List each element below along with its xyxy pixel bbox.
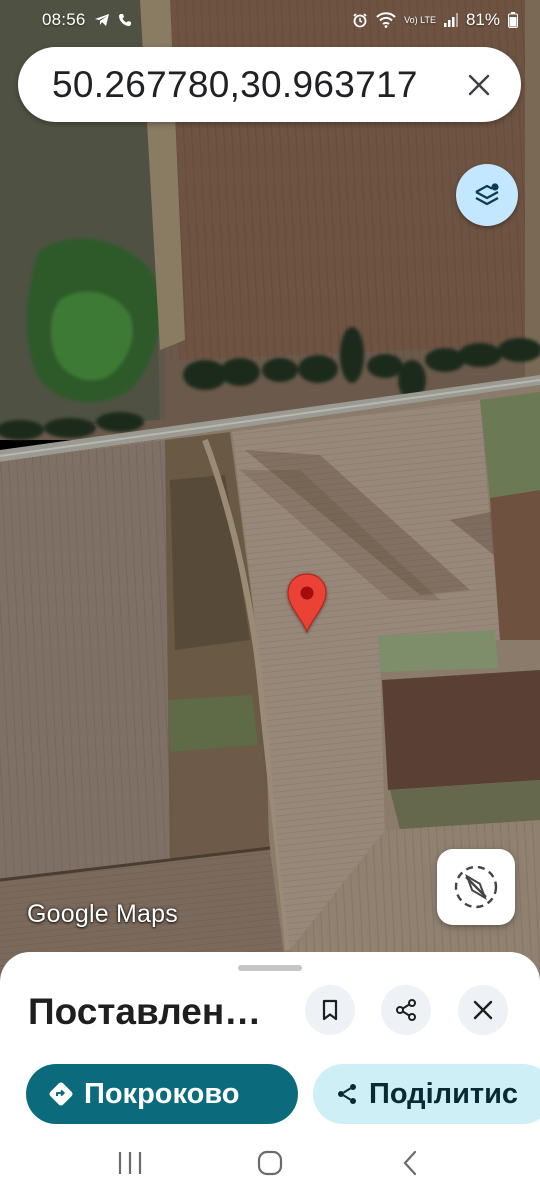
- telegram-icon: [94, 13, 110, 27]
- share-chip[interactable]: Поділитис: [313, 1064, 540, 1124]
- share-label: Поділитис: [369, 1077, 519, 1110]
- call-icon: [118, 13, 132, 27]
- close-icon: [473, 1000, 493, 1020]
- save-button[interactable]: [305, 985, 355, 1035]
- directions-icon: [48, 1081, 74, 1107]
- clear-search-button[interactable]: [459, 65, 499, 105]
- wifi-icon: [376, 12, 396, 28]
- google-maps-watermark: Google Maps: [27, 900, 178, 928]
- bookmark-icon: [322, 999, 338, 1021]
- compass-icon: [454, 865, 498, 909]
- directions-label: Покроково: [84, 1077, 240, 1110]
- location-pin[interactable]: [286, 573, 328, 635]
- recents-icon: [118, 1152, 142, 1174]
- pin-icon: [287, 573, 327, 635]
- directions-button[interactable]: Покроково: [26, 1064, 298, 1124]
- battery-percent: 81%: [465, 10, 500, 29]
- home-button[interactable]: [230, 1133, 310, 1193]
- home-icon: [257, 1150, 283, 1176]
- share-icon: [396, 999, 416, 1021]
- alarm-icon: [352, 12, 368, 28]
- signal-icon: [443, 13, 458, 27]
- layers-icon: [475, 183, 499, 206]
- share-icon: [335, 1082, 359, 1106]
- status-time: 08:56: [42, 10, 86, 29]
- recents-button[interactable]: [90, 1133, 170, 1193]
- sheet-drag-handle[interactable]: [238, 965, 302, 971]
- compass-button[interactable]: [437, 849, 515, 925]
- place-title: Поставлен…: [28, 991, 262, 1032]
- layers-button[interactable]: [456, 164, 518, 226]
- search-bar[interactable]: 50.267780,30.963717: [18, 47, 521, 122]
- status-bar: 08:56 Vo) LTE 81%: [0, 0, 540, 40]
- back-button[interactable]: [370, 1133, 450, 1193]
- search-query[interactable]: 50.267780,30.963717: [52, 64, 459, 106]
- back-icon: [403, 1150, 417, 1176]
- close-sheet-button[interactable]: [458, 985, 508, 1035]
- system-nav-bar: [0, 1126, 540, 1200]
- battery-icon: [508, 12, 518, 28]
- close-icon: [468, 74, 490, 95]
- share-button[interactable]: [381, 985, 431, 1035]
- volte-icon: Vo) LTE: [404, 14, 436, 25]
